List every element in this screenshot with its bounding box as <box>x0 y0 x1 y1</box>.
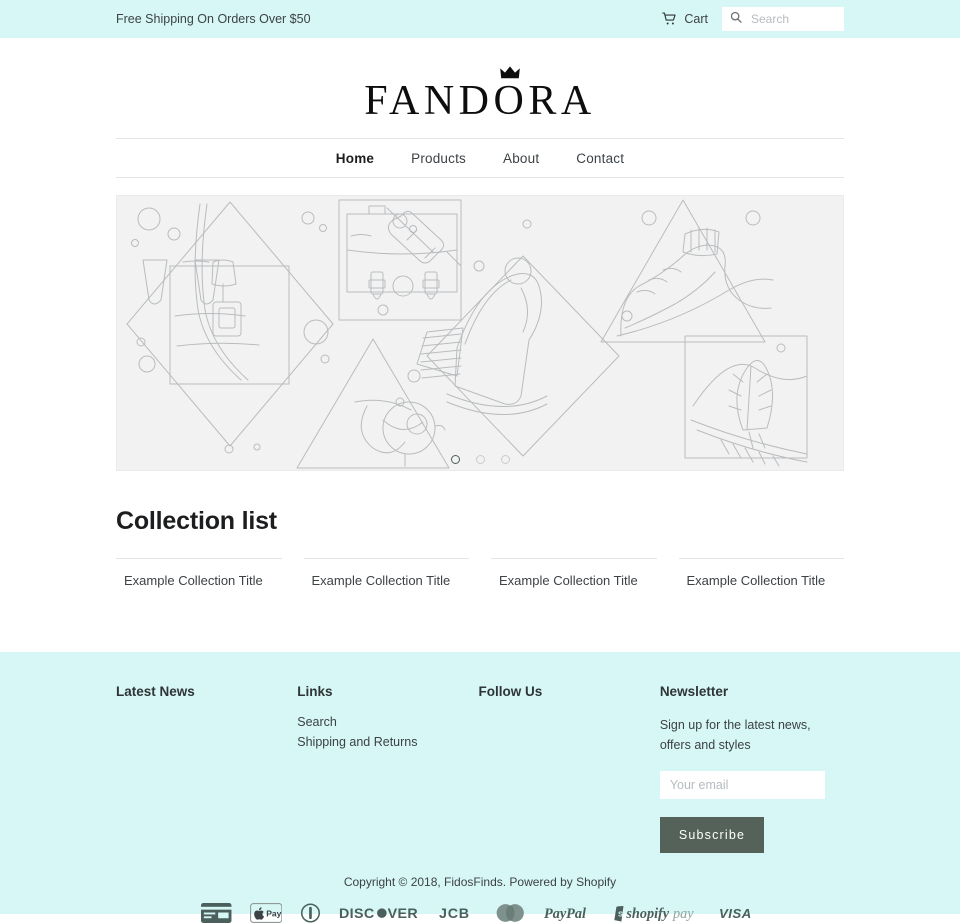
collection-card[interactable]: Example Collection Title <box>678 558 845 588</box>
copyright-text: Copyright © 2018, FidosFinds. Powered by… <box>343 875 617 889</box>
collection-grid: Example Collection Title Example Collect… <box>116 558 844 588</box>
slide-dot-2[interactable] <box>475 455 485 464</box>
nav-item-home[interactable]: Home <box>336 151 374 166</box>
collection-title[interactable]: Example Collection Title <box>116 559 282 588</box>
discover-icon: DISC VER <box>339 903 421 923</box>
svg-text:VER: VER <box>388 906 419 922</box>
shopping-cart-icon <box>662 12 677 26</box>
footer-column-latest-news: Latest News <box>116 684 297 853</box>
nav-item-products[interactable]: Products <box>411 151 466 166</box>
slide-dot-1[interactable] <box>450 455 460 464</box>
search-box[interactable] <box>722 7 844 31</box>
svg-text:JCB: JCB <box>439 906 470 922</box>
email-field[interactable] <box>659 771 825 799</box>
apple-pay-icon: Pay <box>249 903 283 923</box>
visa-icon: VISA <box>719 903 759 923</box>
collection-title[interactable]: Example Collection Title <box>304 559 470 588</box>
nav-item-about[interactable]: About <box>503 151 539 166</box>
logo-text: FANDORA <box>364 78 596 124</box>
footer-heading-latest-news: Latest News <box>116 684 195 699</box>
nav-item-contact[interactable]: Contact <box>576 151 624 166</box>
mastercard-icon <box>495 903 525 923</box>
svg-text:pay: pay <box>672 906 694 922</box>
footer-column-links: Links Search Shipping and Returns <box>297 684 478 853</box>
footer-link-search[interactable]: Search <box>297 715 478 729</box>
paypal-icon: PayPal <box>544 903 595 923</box>
search-icon <box>730 10 742 28</box>
footer-heading-follow-us: Follow Us <box>478 684 543 699</box>
jcb-icon: JCB <box>439 903 477 923</box>
collection-card[interactable]: Example Collection Title <box>116 558 282 588</box>
main-navigation: Home Products About Contact <box>116 138 844 178</box>
footer-column-follow-us: Follow Us <box>479 684 660 853</box>
page-title: Collection list <box>116 507 277 535</box>
shopify-pay-icon: S shopify pay <box>613 903 701 923</box>
site-header: FANDORA Home Products About Contact <box>0 38 960 178</box>
footer-heading-links: Links <box>297 684 333 699</box>
footer-link-shipping-and-returns[interactable]: Shipping and Returns <box>297 735 478 749</box>
footer-columns: Latest News Links Search Shipping and Re… <box>116 684 844 853</box>
svg-text:PayPal: PayPal <box>544 906 586 922</box>
cart-label: Cart <box>684 12 708 26</box>
cart-link[interactable]: Cart <box>662 12 708 26</box>
site-footer: Latest News Links Search Shipping and Re… <box>0 652 960 923</box>
announcement-message: Free Shipping On Orders Over $50 <box>116 12 311 26</box>
svg-text:shopify: shopify <box>625 906 669 922</box>
footer-heading-newsletter: Newsletter <box>659 684 729 699</box>
search-input[interactable] <box>749 11 836 27</box>
svg-text:DISC: DISC <box>339 906 375 922</box>
hero-placeholder-illustration <box>117 196 843 470</box>
collection-card[interactable]: Example Collection Title <box>491 558 657 588</box>
diners-club-icon <box>300 903 321 923</box>
slide-dot-3[interactable] <box>500 455 510 464</box>
collection-title[interactable]: Example Collection Title <box>491 559 657 588</box>
collection-card[interactable]: Example Collection Title <box>303 558 470 588</box>
hero-slideshow[interactable] <box>116 195 844 471</box>
announcement-bar: Free Shipping On Orders Over $50 Cart <box>0 0 960 38</box>
slideshow-pagination <box>117 455 843 464</box>
collection-list-section: Collection list Example Collection Title… <box>116 507 844 588</box>
newsletter-description: Sign up for the latest news, offers and … <box>659 718 811 752</box>
subscribe-button[interactable]: Subscribe <box>659 817 765 853</box>
payment-icons: Pay DISC VER JCB PayPal S shopify pay VI… <box>116 903 844 923</box>
topbar-actions: Cart <box>662 7 844 31</box>
american-express-icon <box>201 903 232 923</box>
logo[interactable]: FANDORA <box>0 60 960 122</box>
collection-title[interactable]: Example Collection Title <box>679 559 845 588</box>
footer-column-newsletter: Newsletter Sign up for the latest news, … <box>659 684 844 853</box>
